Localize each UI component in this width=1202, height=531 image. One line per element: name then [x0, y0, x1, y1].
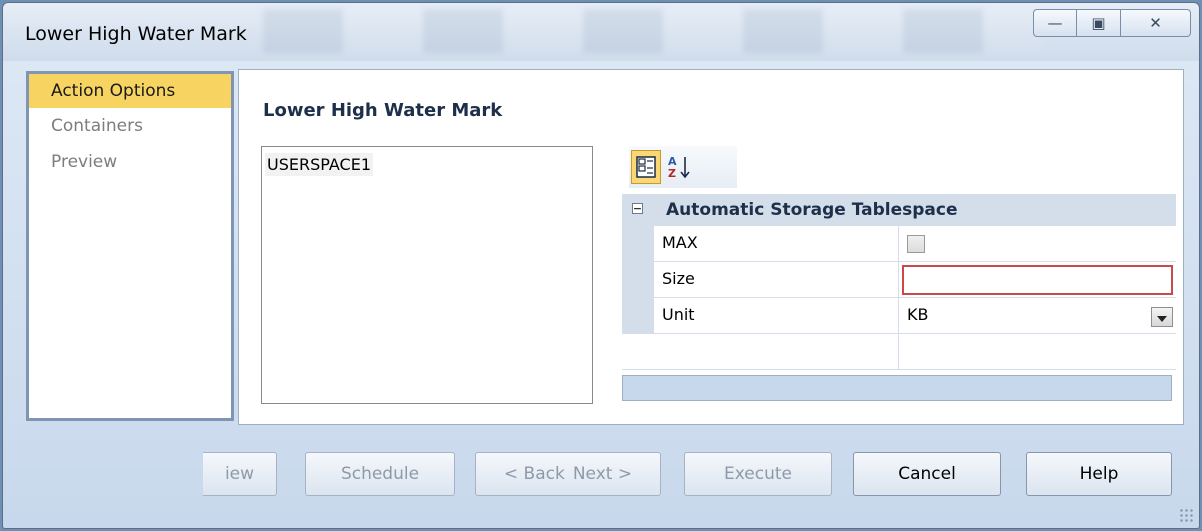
panel-title: Lower High Water Mark	[263, 100, 503, 121]
maximize-icon: ▣	[1091, 14, 1106, 32]
empty-cell	[622, 334, 899, 370]
close-button[interactable]: ✕	[1121, 9, 1191, 37]
sort-az-icon: A Z	[668, 155, 690, 180]
close-icon: ✕	[1149, 14, 1162, 32]
categorized-button[interactable]	[631, 150, 661, 184]
unit-value: KB	[907, 305, 929, 324]
nav-item-preview[interactable]: Preview	[29, 144, 231, 180]
categorized-icon	[636, 156, 656, 178]
row-margin	[622, 298, 654, 334]
empty-row	[622, 334, 1176, 370]
property-row-unit: Unit KB	[622, 298, 1176, 334]
action-options-panel: Lower High Water Mark USERSPACE1 A Z − A…	[238, 69, 1184, 425]
property-name[interactable]: Size	[654, 262, 899, 298]
next-label: Next >	[572, 464, 633, 484]
minimize-icon: —	[1047, 14, 1063, 32]
category-label: Automatic Storage Tablespace	[666, 200, 958, 220]
row-margin	[622, 262, 654, 298]
nav-item-action-options[interactable]: Action Options	[29, 74, 231, 108]
nav-item-containers[interactable]: Containers	[29, 108, 231, 144]
wizard-nav: Action Options Containers Preview	[26, 71, 234, 421]
back-label: < Back	[503, 464, 565, 484]
background-blur	[263, 9, 1043, 53]
minimize-button[interactable]: —	[1033, 9, 1077, 37]
property-grid-toolbar: A Z	[629, 146, 737, 188]
cancel-button[interactable]: Cancel	[853, 452, 1001, 496]
resize-grip-icon[interactable]	[1179, 508, 1193, 522]
property-grid: − Automatic Storage Tablespace MAX Size	[622, 188, 1176, 405]
size-input[interactable]	[902, 265, 1173, 295]
alphabetical-button[interactable]: A Z	[665, 150, 695, 184]
window-controls: — ▣ ✕	[1033, 9, 1191, 37]
property-row-max: MAX	[622, 226, 1176, 262]
title-bar[interactable]: Lower High Water Mark — ▣ ✕	[3, 3, 1199, 61]
property-value[interactable]	[899, 226, 1176, 262]
dialog-window: Lower High Water Mark — ▣ ✕ Action Optio…	[2, 2, 1200, 529]
list-item[interactable]: USERSPACE1	[265, 153, 373, 176]
property-name[interactable]: MAX	[654, 226, 899, 262]
schedule-label: Schedule	[340, 464, 420, 484]
svg-text:Z: Z	[668, 167, 676, 180]
description-bar	[622, 375, 1172, 401]
help-button[interactable]: Help	[1026, 452, 1172, 496]
dropdown-button[interactable]	[1151, 307, 1173, 327]
property-name[interactable]: Unit	[654, 298, 899, 334]
chevron-down-icon	[1157, 316, 1167, 322]
tablespace-list[interactable]: USERSPACE1	[261, 146, 593, 404]
row-margin	[622, 226, 654, 262]
property-value[interactable]	[899, 262, 1176, 298]
collapse-icon[interactable]: −	[632, 203, 643, 214]
back-next-button[interactable]: < Back Next >	[475, 452, 661, 496]
max-checkbox[interactable]	[907, 235, 925, 253]
unit-select[interactable]: KB	[899, 298, 1176, 334]
preview-button[interactable]: iew	[203, 452, 277, 496]
empty-cell	[899, 334, 1176, 370]
property-row-size: Size	[622, 262, 1176, 298]
schedule-button[interactable]: Schedule	[305, 452, 455, 496]
maximize-button[interactable]: ▣	[1077, 9, 1121, 37]
execute-button[interactable]: Execute	[684, 452, 832, 496]
category-header[interactable]: − Automatic Storage Tablespace	[622, 194, 1176, 226]
window-title: Lower High Water Mark	[25, 23, 247, 45]
